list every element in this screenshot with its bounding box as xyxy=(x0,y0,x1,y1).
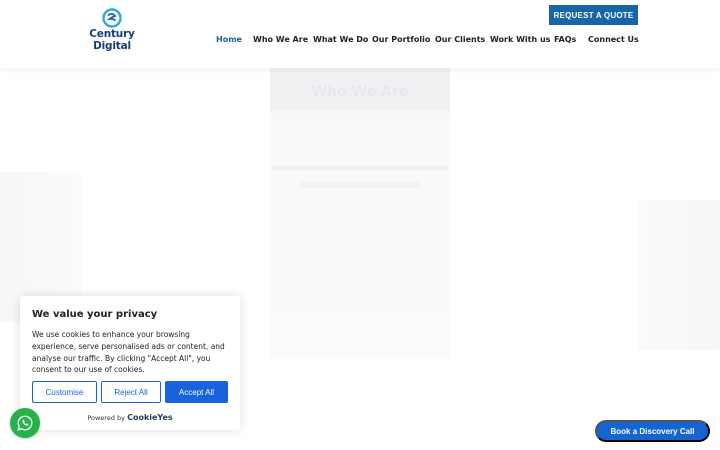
powered-by-label: Powered by xyxy=(87,414,125,422)
logo-mark-icon xyxy=(102,8,122,28)
hero-text-line xyxy=(300,182,420,188)
nav-item-what-we-do[interactable]: What We Do xyxy=(313,33,368,47)
nav-item-work-with-us[interactable]: Work With us xyxy=(490,33,550,47)
hero-text-line xyxy=(272,165,448,171)
accept-all-button[interactable]: Accept All xyxy=(165,381,228,403)
cookieyes-logo[interactable]: CookieYes xyxy=(127,413,173,422)
logo-line-2: Digital xyxy=(93,40,131,52)
nav-item-connect-us[interactable]: Connect Us xyxy=(588,33,639,47)
book-discovery-call-button[interactable]: Book a Discovery Call xyxy=(595,420,710,442)
request-quote-button[interactable]: REQUEST A QUOTE xyxy=(549,5,638,25)
cookie-consent-banner: We value your privacy We use cookies to … xyxy=(20,296,240,430)
nav-item-our-portfolio[interactable]: Our Portfolio xyxy=(372,33,430,47)
nav-item-faqs[interactable]: FAQs xyxy=(554,33,576,47)
site-header: Century Digital REQUEST A QUOTE Home Who… xyxy=(0,0,720,68)
logo-line-1: Century xyxy=(89,28,135,40)
hero-title: Who We Are xyxy=(311,84,409,100)
cookie-title: We value your privacy xyxy=(32,309,158,320)
whatsapp-button[interactable] xyxy=(10,408,40,438)
hero-panel xyxy=(270,68,450,358)
cookie-description: We use cookies to enhance your browsing … xyxy=(32,330,225,375)
powered-by: Powered by CookieYes xyxy=(20,413,240,422)
nav-item-our-clients[interactable]: Our Clients xyxy=(435,33,485,47)
whatsapp-icon xyxy=(17,415,33,431)
cookie-button-row: Customise Reject All Accept All xyxy=(32,381,228,403)
logo[interactable]: Century Digital xyxy=(86,8,138,56)
nav-item-who-we-are[interactable]: Who We Are xyxy=(253,33,308,47)
nav-item-home[interactable]: Home xyxy=(216,33,242,47)
reject-all-button[interactable]: Reject All xyxy=(101,381,161,403)
customise-button[interactable]: Customise xyxy=(32,381,97,403)
background-panel-right xyxy=(638,200,720,350)
